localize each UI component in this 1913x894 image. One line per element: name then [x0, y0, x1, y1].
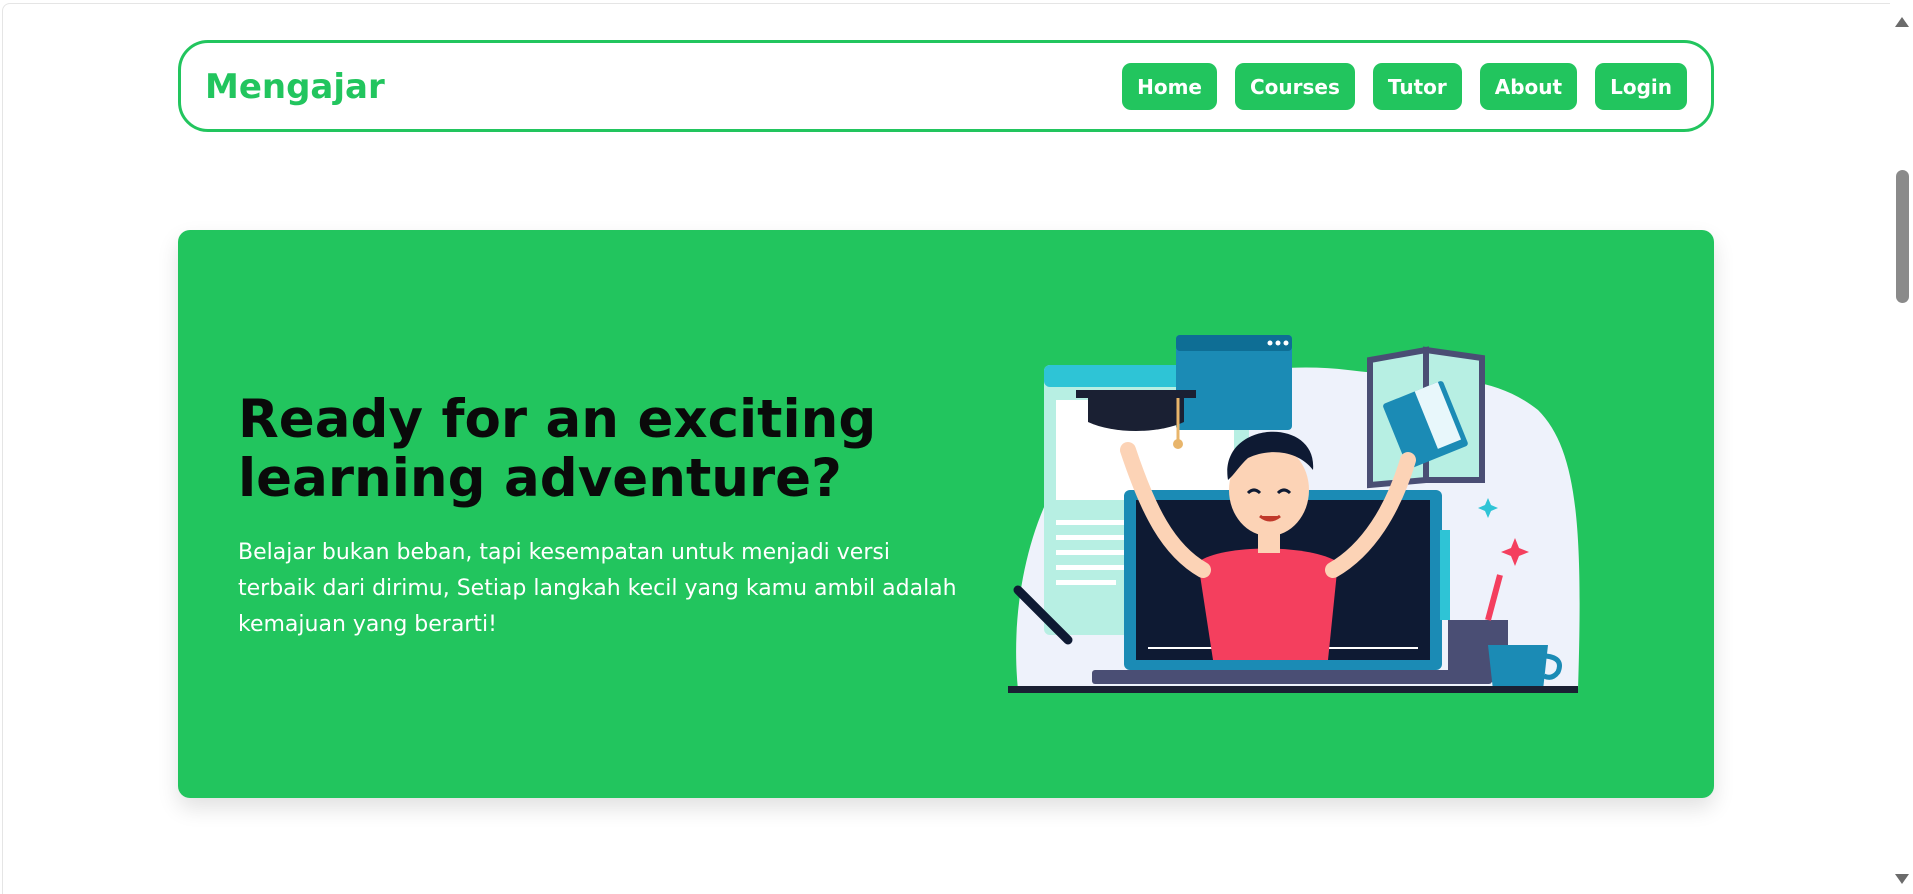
- scrollbar-thumb[interactable]: [1896, 170, 1909, 303]
- scroll-down-arrow-icon[interactable]: [1895, 874, 1909, 884]
- nav-home-button[interactable]: Home: [1122, 63, 1217, 110]
- nav-courses-button[interactable]: Courses: [1234, 63, 1355, 110]
- hero-description: Belajar bukan beban, tapi kesempatan unt…: [238, 540, 957, 637]
- scroll-up-arrow-icon[interactable]: [1895, 17, 1909, 27]
- hero-section: Ready for an exciting learning adventure…: [178, 230, 1714, 798]
- nav-login-button[interactable]: Login: [1595, 63, 1687, 110]
- navbar: Mengajar Home Courses Tutor About Login: [178, 40, 1714, 132]
- hero-illustration: [1008, 335, 1580, 693]
- brand-logo[interactable]: Mengajar: [205, 67, 385, 107]
- nav-tutor-button[interactable]: Tutor: [1372, 63, 1462, 110]
- nav-about-button[interactable]: About: [1479, 63, 1578, 110]
- hero-title: Ready for an exciting learning adventure…: [238, 389, 877, 509]
- nav-links: Home Courses Tutor About Login: [1122, 63, 1687, 110]
- vertical-scrollbar[interactable]: [1890, 0, 1913, 894]
